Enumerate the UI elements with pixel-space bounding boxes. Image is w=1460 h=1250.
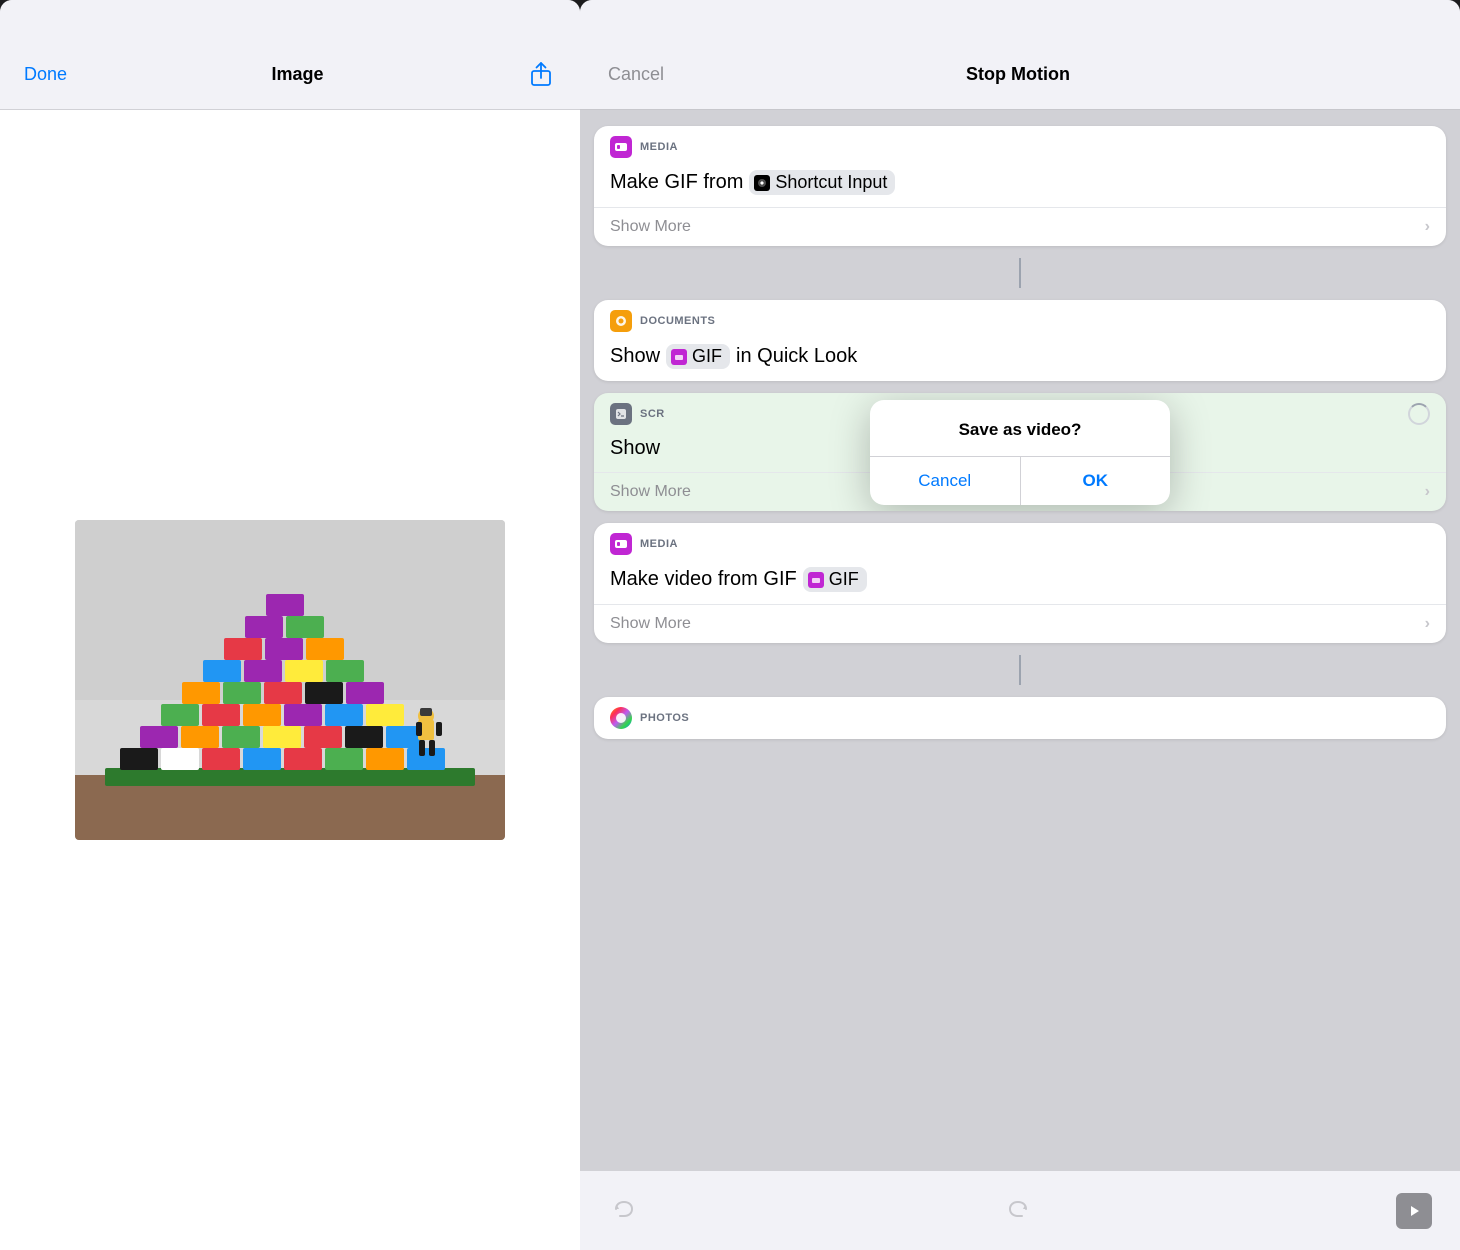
save-as-video-dialog: Save as video? Cancel OK — [870, 400, 1170, 505]
shortcuts-scroll-area: MEDIA Make GIF from Shortcut Input Show … — [580, 110, 1460, 1170]
play-button[interactable] — [1396, 1193, 1432, 1229]
right-panel-title: Stop Motion — [966, 64, 1070, 85]
alert-cancel-button[interactable]: Cancel — [870, 457, 1021, 505]
show-more-row-1[interactable]: Show More › — [594, 207, 1446, 246]
lego-image — [75, 520, 505, 840]
alert-ok-button[interactable]: OK — [1021, 457, 1171, 505]
left-content-area — [0, 110, 580, 1250]
in-quick-look-text: in Quick Look — [736, 345, 857, 368]
show-gif-body: Show GIF in Quick Look — [594, 338, 1446, 381]
docs-icon — [610, 310, 632, 332]
chevron-icon-1: › — [1425, 218, 1430, 236]
done-button[interactable]: Done — [24, 64, 67, 85]
gif-label-2: GIF — [829, 569, 859, 590]
photos-icon — [610, 707, 632, 729]
make-gif-card-header: MEDIA — [594, 126, 1446, 164]
make-video-text: Make video from GIF — [610, 568, 797, 591]
make-video-card-header: MEDIA — [594, 523, 1446, 561]
media-icon-2 — [610, 533, 632, 555]
alert-overlay: Save as video? Cancel OK — [594, 393, 1446, 511]
show-more-text-4: Show More — [610, 615, 691, 633]
screenshot-card: SCR Show Show More › Save as video? Canc… — [594, 393, 1446, 511]
make-video-card: MEDIA Make video from GIF GIF Show More … — [594, 523, 1446, 643]
right-panel: Cancel Stop Motion MEDIA Make GIF from — [580, 0, 1460, 1250]
make-gif-card: MEDIA Make GIF from Shortcut Input Show … — [594, 126, 1446, 246]
docs-label: DOCUMENTS — [640, 315, 715, 327]
make-gif-text: Make GIF from — [610, 171, 743, 194]
alert-buttons: Cancel OK — [870, 456, 1170, 505]
redo-button[interactable] — [1002, 1195, 1034, 1227]
make-gif-body: Make GIF from Shortcut Input — [594, 164, 1446, 207]
gif-label-1: GIF — [692, 346, 722, 367]
gif-pill-2[interactable]: GIF — [803, 567, 867, 592]
undo-button[interactable] — [608, 1195, 640, 1227]
gif-pill-1[interactable]: GIF — [666, 344, 730, 369]
show-more-text-1: Show More — [610, 218, 691, 236]
show-gif-card-header: DOCUMENTS — [594, 300, 1446, 338]
share-icon[interactable] — [528, 61, 556, 89]
media-icon-1 — [610, 136, 632, 158]
shortcut-icon — [754, 175, 770, 191]
connector-dot-2 — [1019, 655, 1021, 685]
show-more-row-4[interactable]: Show More › — [594, 604, 1446, 643]
left-top-bar: Done Image — [0, 0, 580, 110]
shortcut-input-label: Shortcut Input — [775, 172, 887, 193]
make-video-body: Make video from GIF GIF — [594, 561, 1446, 604]
show-gif-text: Show — [610, 345, 660, 368]
chevron-icon-4: › — [1425, 615, 1430, 633]
media-label-1: MEDIA — [640, 141, 678, 153]
right-header: Cancel Stop Motion — [580, 0, 1460, 110]
gif-icon-2 — [808, 572, 824, 588]
cancel-button-header[interactable]: Cancel — [608, 64, 664, 85]
media-label-2: MEDIA — [640, 538, 678, 550]
show-gif-card: DOCUMENTS Show GIF in Quick Look — [594, 300, 1446, 381]
connector-dot-1 — [1019, 258, 1021, 288]
gif-icon-1 — [671, 349, 687, 365]
shortcut-input-pill[interactable]: Shortcut Input — [749, 170, 895, 195]
left-panel: Done Image — [0, 0, 580, 1250]
bottom-bar — [580, 1170, 1460, 1250]
left-panel-title: Image — [272, 64, 324, 85]
photos-label: PHOTOS — [640, 712, 689, 724]
photos-card: PHOTOS — [594, 697, 1446, 739]
photos-card-header: PHOTOS — [594, 697, 1446, 739]
alert-title: Save as video? — [870, 400, 1170, 448]
